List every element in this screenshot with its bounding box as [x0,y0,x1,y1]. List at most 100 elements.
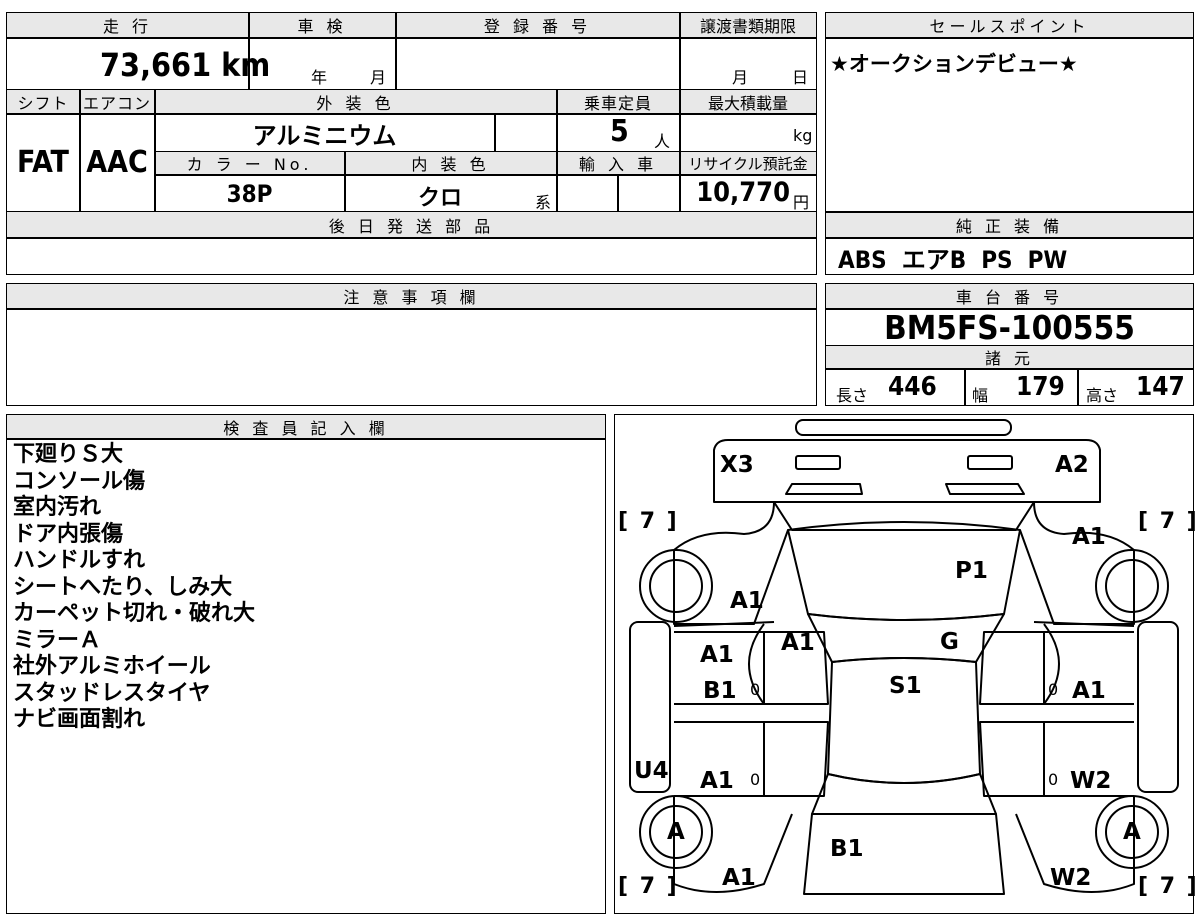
chassis-label: 車 台 番 号 [826,284,1193,308]
recycle-value: 10,770 [696,177,790,208]
note-line: ナビ画面割れ [13,707,146,732]
capacity-value: 5 [610,114,629,149]
mark-left-front-door-top: A1 [700,642,734,668]
mark-hood: P1 [955,558,988,584]
chassis-number: BM5FS-100555 [884,308,1135,347]
mark-left-rear-quarter: A1 [722,865,756,891]
note-line: シートへたり、しみ大 [13,574,233,600]
mark-right-rear-door: W2 [1070,768,1112,794]
mark-left-sill: U4 [634,758,669,784]
max-load-unit: kg [793,126,813,145]
max-load-label: 最大積載量 [707,93,788,113]
sales-point-text: ★オークションデビュー★ [830,52,1078,76]
equipment-text: ABS エアB PS PW [838,246,1068,274]
inspector-notes: 下廻りＳ大 コンソール傷 室内汚れ ドア内張傷 ハンドルすれ シートへたり、しみ… [13,442,255,734]
left-headlight-shape [795,455,841,470]
mark-left-fender: A1 [730,588,764,614]
transfer-deadline-label: 譲渡書類期限 [699,17,796,36]
exterior-color-label: 外 装 色 [316,93,395,113]
color-no-label: カ ラ ー No. [186,155,313,174]
note-line: 社外アルミホイール [13,654,211,679]
interior-color-suffix: 系 [535,193,552,212]
equipment-label: 純 正 装 備 [826,213,1193,237]
inspection-label: 車 検 [297,17,347,36]
right-sill-shape [1137,621,1179,793]
tread-front-left: [ 7 ] [618,509,679,534]
note-line: ミラーＡ [13,627,102,653]
inspection-month: 月 [370,68,387,87]
note-line: ハンドルすれ [13,548,146,573]
length-label: 長さ [836,386,869,405]
transfer-month: 月 [732,68,749,87]
mark-windshield: G [940,629,959,655]
interior-color-value: クロ [417,186,462,211]
inspector-label: 検 査 員 記 入 欄 [7,415,605,438]
mark-right-rear-quarter: W2 [1050,865,1092,891]
tread-rear-right: [ 7 ] [1138,874,1199,899]
specs-label: 諸 元 [826,346,1193,368]
note-line: カーペット切れ・破れ大 [13,601,256,626]
width-label: 幅 [972,386,989,405]
interior-color-label: 内 装 色 [411,155,490,174]
mark-front-left-corner: X3 [720,452,754,478]
rear-window-shape [811,773,997,815]
zero-right-rear: 0 [1048,770,1059,789]
mark-right-front-door: A1 [1072,678,1106,704]
front-bumper-shape [795,419,1012,436]
registration-label: 登 録 番 号 [483,17,592,36]
tread-rear-left: [ 7 ] [618,874,679,899]
capacity-label: 乗車定員 [583,93,652,113]
windshield-shape [807,613,1005,663]
front-left-wheel-inner-shape [649,559,703,613]
zero-right-front: 0 [1048,680,1059,699]
hood-front-shape [773,501,1035,531]
mark-left-wheel: A [667,819,685,845]
mileage-number: 73,661 [100,46,212,84]
height-value: 147 [1136,372,1185,402]
import-label: 輸 入 車 [578,155,658,174]
recycle-label: リサイクル預託金 [688,154,808,173]
later-parts-label: 後 日 発 送 部 品 [328,216,495,236]
mileage-value: 73,661 km [100,46,270,84]
front-body-shape [713,439,1101,503]
zero-left-front: 0 [750,680,761,699]
mark-right-wheel: A [1123,819,1141,845]
mark-left-rear-door: A1 [700,768,734,794]
height-label: 高さ [1086,386,1119,405]
left-fender-shape [673,501,775,551]
note-line: コンソール傷 [13,468,146,494]
note-line: 室内汚れ [13,495,102,520]
color-no-value: 38P [226,180,273,208]
tread-front-right: [ 7 ] [1138,509,1199,534]
length-value: 446 [888,372,937,402]
capacity-unit: 人 [654,132,671,151]
note-line: スタッドレスタイヤ [13,680,211,706]
zero-left-rear: 0 [750,770,761,789]
transfer-day: 日 [792,68,809,87]
sales-point-box [825,12,1194,212]
left-grille-shape [785,483,863,495]
width-value: 179 [1016,372,1065,402]
mileage-unit: km [221,46,271,84]
mark-roof: S1 [889,673,922,699]
mark-left-front-door: B1 [703,678,737,704]
mark-left-pillar: A1 [781,630,815,656]
mark-trunk: B1 [830,836,864,862]
aircon-label: エアコン [82,93,151,113]
recycle-unit: 円 [793,193,810,212]
front-right-wheel-inner-shape [1105,559,1159,613]
shift-label: シフト [17,93,69,113]
mark-right-fender: A1 [1072,524,1106,550]
sales-point-label: セールスポイント [826,13,1193,37]
shift-value: FAT [17,145,69,180]
exterior-color-value: アルミニウム [252,122,397,150]
mark-front-right-corner: A2 [1055,452,1089,478]
right-grille-shape [945,483,1025,495]
note-line: ドア内張傷 [13,521,124,547]
caution-label: 注 意 事 項 欄 [7,284,816,308]
aircon-value: AAC [86,145,148,180]
mileage-label: 走 行 [102,17,153,36]
right-headlight-shape [967,455,1013,470]
inspection-year: 年 [311,68,328,87]
note-line: 下廻りＳ大 [13,442,124,467]
